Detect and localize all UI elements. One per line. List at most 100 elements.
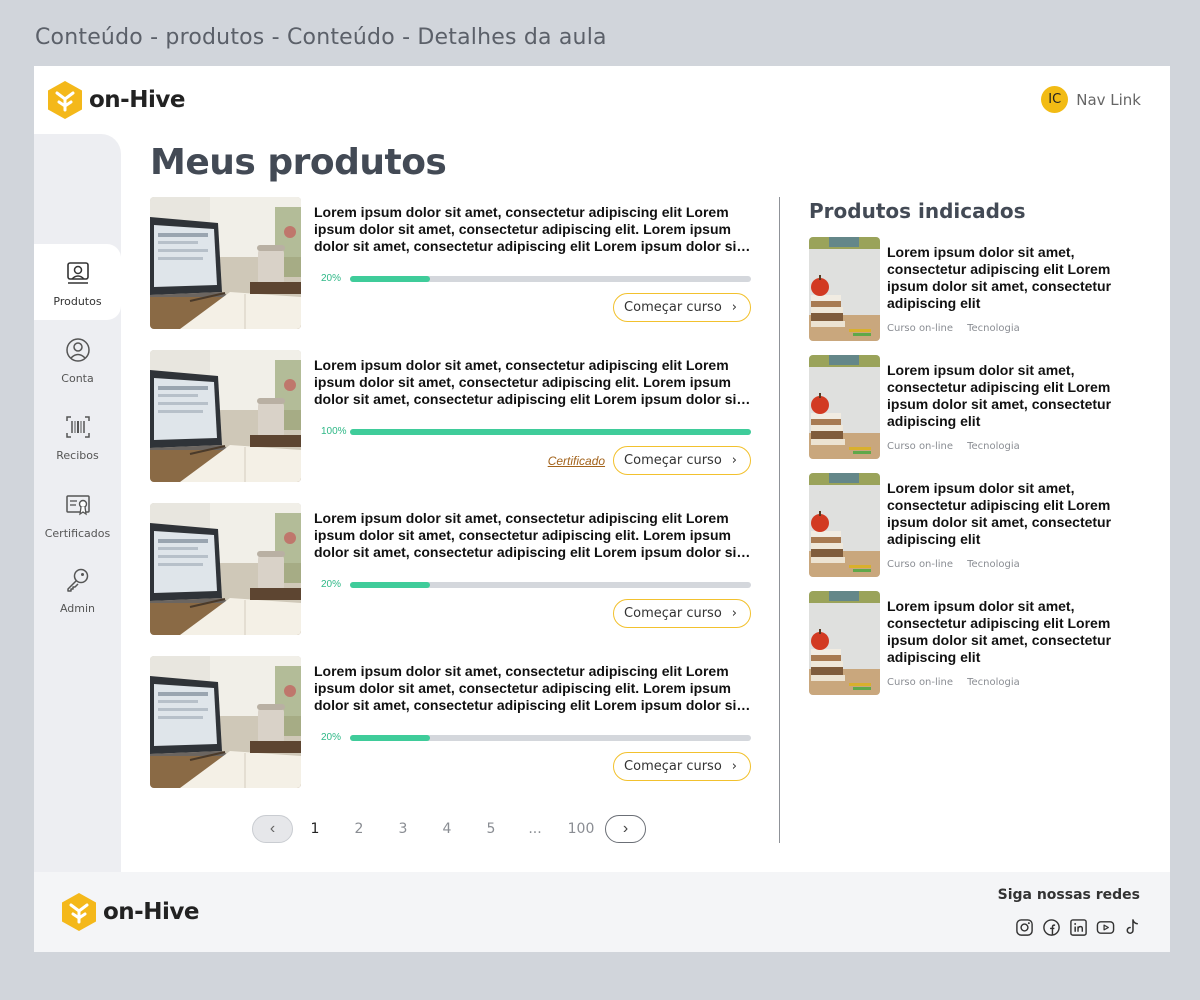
certificate-link[interactable]: Certificado: [548, 454, 605, 468]
chevron-right-icon: ›: [731, 453, 737, 468]
start-course-label: Começar curso: [624, 453, 722, 468]
logo-text: on-Hive: [89, 87, 185, 113]
recommended-item-title: Lorem ipsum dolor sit amet, consectetur …: [887, 480, 1112, 547]
linkedin-icon[interactable]: [1069, 918, 1088, 937]
progress-percent: 20%: [321, 732, 342, 743]
page-number[interactable]: 3: [381, 821, 425, 837]
header-logo[interactable]: on-Hive: [47, 80, 185, 120]
recommended-item-title: Lorem ipsum dolor sit amet, consectetur …: [887, 244, 1112, 311]
progress-percent: 100%: [321, 426, 347, 437]
account-icon: [65, 338, 90, 362]
nav-link[interactable]: Nav Link: [1076, 91, 1141, 109]
column-divider: [779, 197, 780, 843]
product-title: Lorem ipsum dolor sit amet, consectetur …: [314, 357, 742, 407]
chevron-right-icon: ›: [731, 300, 737, 315]
facebook-icon[interactable]: [1042, 918, 1061, 937]
tag-category: Tecnologia: [967, 559, 1020, 570]
logo-text: on-Hive: [103, 899, 199, 925]
sidebar: Produtos Conta Recibos Certificados Admi…: [34, 134, 121, 872]
tag-format: Curso on-line: [887, 677, 954, 688]
progress-bar-fill: [350, 734, 431, 741]
product-thumbnail: [150, 503, 301, 635]
sidebar-item-certificados[interactable]: Certificados: [34, 492, 121, 540]
sidebar-item-conta[interactable]: Conta: [34, 337, 121, 385]
progress-bar: [350, 275, 751, 282]
progress-percent: 20%: [321, 273, 342, 284]
recommended-item-title: Lorem ipsum dolor sit amet, consectetur …: [887, 598, 1112, 665]
start-course-label: Começar curso: [624, 300, 722, 315]
recommended-title: Produtos indicados: [809, 199, 1026, 223]
recommended-item[interactable]: Lorem ipsum dolor sit amet, consectetur …: [809, 237, 1139, 342]
sidebar-item-label: Certificados: [44, 527, 111, 540]
product-card[interactable]: Lorem ipsum dolor sit amet, consectetur …: [150, 197, 751, 329]
page-number[interactable]: 100: [557, 821, 605, 837]
product-card[interactable]: Lorem ipsum dolor sit amet, consectetur …: [150, 350, 751, 482]
products-icon: [66, 262, 89, 284]
footer: on-Hive Siga nossas redes: [34, 872, 1170, 952]
instagram-icon[interactable]: [1015, 918, 1034, 937]
chevron-right-icon: ›: [731, 606, 737, 621]
sidebar-item-produtos[interactable]: Produtos: [34, 260, 121, 308]
tiktok-icon[interactable]: [1123, 918, 1142, 937]
progress-percent: 20%: [321, 579, 342, 590]
sidebar-item-admin[interactable]: Admin: [34, 567, 121, 615]
recommended-item[interactable]: Lorem ipsum dolor sit amet, consectetur …: [809, 355, 1139, 460]
sidebar-item-recibos[interactable]: Recibos: [34, 414, 121, 462]
product-card[interactable]: Lorem ipsum dolor sit amet, consectetur …: [150, 503, 751, 635]
start-course-button[interactable]: Começar curso ›: [613, 446, 751, 475]
recommended-thumbnail: [809, 237, 880, 341]
start-course-button[interactable]: Começar curso ›: [613, 293, 751, 322]
tag-format: Curso on-line: [887, 323, 954, 334]
start-course-button[interactable]: Começar curso ›: [613, 752, 751, 781]
youtube-icon[interactable]: [1096, 918, 1115, 937]
tag-format: Curso on-line: [887, 441, 954, 452]
key-icon: [66, 568, 88, 592]
hive-logo-icon: [47, 80, 83, 120]
pagination: ‹ 1 2 3 4 5 ... 100 ›: [252, 815, 646, 843]
social-title: Siga nossas redes: [997, 887, 1140, 903]
recommended-item[interactable]: Lorem ipsum dolor sit amet, consectetur …: [809, 473, 1139, 578]
sidebar-item-label: Recibos: [56, 449, 99, 462]
product-thumbnail: [150, 350, 301, 482]
avatar[interactable]: IC: [1041, 86, 1069, 113]
page-number[interactable]: 4: [425, 821, 469, 837]
start-course-label: Começar curso: [624, 606, 722, 621]
footer-logo[interactable]: on-Hive: [61, 892, 199, 932]
progress-bar-fill: [350, 428, 751, 435]
start-course-label: Começar curso: [624, 759, 722, 774]
recommended-thumbnail: [809, 473, 880, 577]
progress: 20%: [321, 273, 751, 284]
progress: 20%: [321, 579, 751, 590]
product-title: Lorem ipsum dolor sit amet, consectetur …: [314, 510, 742, 560]
product-card[interactable]: Lorem ipsum dolor sit amet, consectetur …: [150, 656, 751, 788]
sidebar-item-label: Admin: [59, 602, 96, 615]
next-page-button[interactable]: ›: [605, 815, 646, 843]
recommended-item-title: Lorem ipsum dolor sit amet, consectetur …: [887, 362, 1112, 429]
progress: 100%: [321, 426, 751, 437]
progress: 20%: [321, 732, 751, 743]
receipt-barcode-icon: [65, 416, 90, 438]
previous-page-button[interactable]: ‹: [252, 815, 293, 843]
app-window: on-Hive IC Nav Link Produtos Conta Recib…: [34, 66, 1170, 952]
start-course-button[interactable]: Começar curso ›: [613, 599, 751, 628]
page-number[interactable]: 1: [293, 821, 337, 837]
product-title: Lorem ipsum dolor sit amet, consectetur …: [314, 663, 742, 713]
sidebar-item-label: Conta: [61, 372, 94, 385]
progress-bar-fill: [350, 275, 431, 282]
recommended-item[interactable]: Lorem ipsum dolor sit amet, consectetur …: [809, 591, 1139, 696]
product-title: Lorem ipsum dolor sit amet, consectetur …: [314, 204, 742, 254]
frame-title: Conteúdo - produtos - Conteúdo - Detalhe…: [35, 25, 607, 50]
progress-bar-fill: [350, 581, 431, 588]
chevron-left-icon: ‹: [269, 820, 276, 837]
tag-category: Tecnologia: [967, 677, 1020, 688]
tag-format: Curso on-line: [887, 559, 954, 570]
page-number[interactable]: 5: [469, 821, 513, 837]
page-number[interactable]: 2: [337, 821, 381, 837]
sidebar-item-label: Produtos: [53, 295, 102, 308]
user-nav[interactable]: IC Nav Link: [1041, 86, 1141, 113]
tag-category: Tecnologia: [967, 323, 1020, 334]
page-title: Meus produtos: [150, 142, 447, 183]
chevron-right-icon: ›: [622, 820, 629, 837]
social-links: [1015, 918, 1142, 937]
hive-logo-icon: [61, 892, 97, 932]
